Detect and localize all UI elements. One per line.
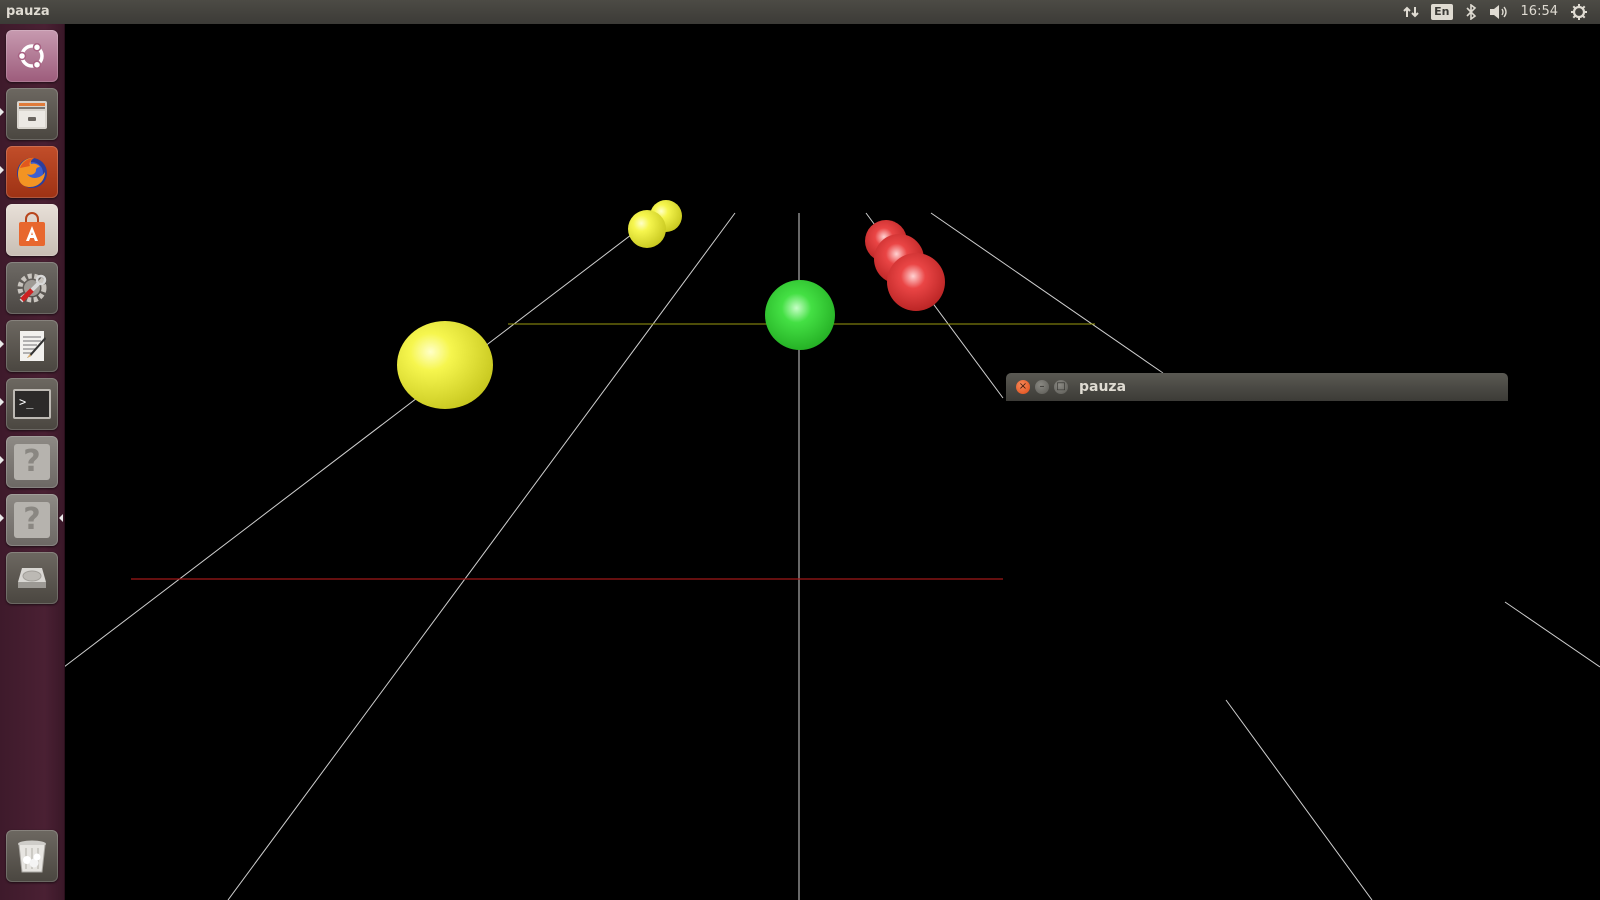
- track-line-right-outer: [930, 212, 1164, 374]
- window-minimize-button[interactable]: –: [1035, 380, 1049, 394]
- green-sphere: [765, 280, 835, 350]
- running-pip: [0, 398, 4, 406]
- launcher-text-editor[interactable]: [6, 320, 58, 372]
- settings-tools-icon: [17, 273, 47, 303]
- launcher-files[interactable]: [6, 88, 58, 140]
- shopping-bag-icon: [19, 212, 45, 246]
- running-pip: [0, 166, 4, 174]
- terminal-icon: >_: [13, 389, 51, 419]
- hard-drive-icon: [18, 568, 46, 588]
- active-app-title: pauza: [6, 4, 50, 19]
- launcher-unknown-app-1[interactable]: ?: [6, 436, 58, 488]
- volume-icon[interactable]: [1489, 0, 1509, 24]
- game-viewport[interactable]: [64, 24, 1600, 900]
- network-transfer-icon[interactable]: [1403, 0, 1419, 24]
- yellow-sphere-near: [397, 321, 493, 409]
- question-mark-icon: ?: [14, 502, 50, 538]
- minimize-icon: –: [1039, 381, 1045, 392]
- launcher-trash[interactable]: [6, 830, 58, 882]
- bluetooth-icon[interactable]: [1465, 0, 1477, 24]
- track-line-left-outer: [64, 221, 649, 668]
- yellow-sphere-far-front: [628, 210, 666, 248]
- window-close-button[interactable]: ×: [1016, 380, 1030, 394]
- launcher-system-settings[interactable]: [6, 262, 58, 314]
- terminal-prompt: >_: [19, 395, 34, 409]
- window-maximize-button[interactable]: □: [1054, 380, 1068, 394]
- running-pip: [0, 108, 4, 116]
- pauza-window-titlebar[interactable]: × – □ pauza: [1006, 373, 1508, 401]
- maximize-icon: □: [1056, 381, 1066, 392]
- system-gear-icon[interactable]: [1570, 0, 1588, 24]
- firefox-icon: [17, 157, 47, 188]
- clock[interactable]: 16:54: [1521, 0, 1558, 24]
- running-pip: [0, 340, 4, 348]
- question-mark-icon: ?: [14, 444, 50, 480]
- keyboard-layout-indicator[interactable]: En: [1431, 0, 1453, 24]
- trash-icon: [18, 840, 46, 873]
- red-sphere-front: [887, 253, 945, 311]
- keyboard-layout-label: En: [1431, 4, 1453, 20]
- text-editor-icon: [20, 331, 46, 361]
- launcher-unknown-app-2[interactable]: ?: [6, 494, 58, 546]
- track-line-right-outer-lower: [1504, 601, 1600, 668]
- launcher-ubuntu-dash[interactable]: [6, 30, 58, 82]
- running-pip: [0, 456, 4, 464]
- indicator-area: En 16:54: [1403, 0, 1600, 24]
- launcher-terminal[interactable]: >_: [6, 378, 58, 430]
- focused-pip: [59, 514, 63, 522]
- launcher-software-center[interactable]: [6, 204, 58, 256]
- launcher: >_ ? ?: [0, 24, 65, 900]
- window-title: pauza: [1079, 379, 1127, 395]
- running-pip: [0, 514, 4, 522]
- launcher-drive[interactable]: [6, 552, 58, 604]
- question-mark-glyph: ?: [23, 444, 41, 479]
- ubuntu-logo-icon: [17, 43, 44, 69]
- close-icon: ×: [1018, 381, 1028, 392]
- question-mark-glyph: ?: [23, 502, 41, 537]
- top-panel: pauza En 16:54: [0, 0, 1600, 24]
- file-cabinet-icon: [17, 101, 47, 129]
- launcher-firefox[interactable]: [6, 146, 58, 198]
- track-line-left-inner: [227, 212, 736, 900]
- track-line-right-inner-lower: [1225, 699, 1373, 900]
